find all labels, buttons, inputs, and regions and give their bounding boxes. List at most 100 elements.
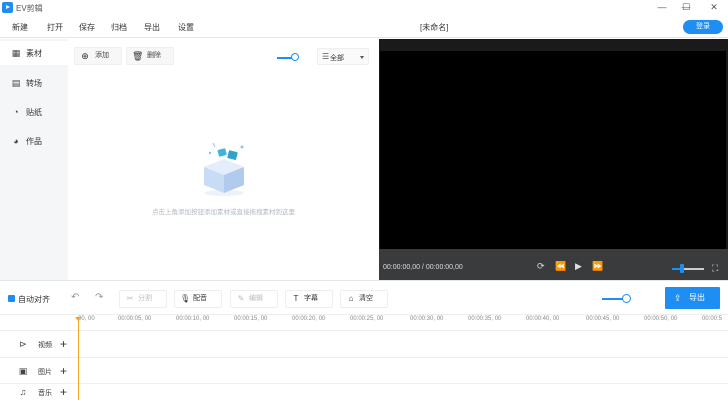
volume-knob[interactable] bbox=[680, 264, 684, 273]
minimize-icon[interactable]: — bbox=[652, 0, 672, 14]
rewind-icon[interactable]: ⏪ bbox=[555, 261, 566, 271]
sidebar-item-label: 转场 bbox=[26, 79, 42, 88]
preview-panel: 00:00:00,00 / 00:00:00,00 ⟳ ⏪ ▶ ⏩ ⛶ bbox=[379, 39, 728, 280]
list-icon: ☰ bbox=[322, 52, 330, 61]
basket-icon: ⌂ bbox=[348, 294, 354, 303]
sidebar-item-sticker[interactable]: ◔ 贴纸 bbox=[0, 100, 68, 124]
menu-open[interactable]: 打开 bbox=[47, 22, 63, 33]
track-image: ▣ 图片 + bbox=[0, 357, 728, 384]
track-label: 音乐 bbox=[38, 390, 52, 397]
ruler-tick: 00:00:40, 00 bbox=[526, 316, 560, 322]
menu-archive[interactable]: 归档 bbox=[111, 22, 127, 33]
track-video: ⊳ 视频 + bbox=[0, 330, 728, 357]
plus-circle-icon: ⊕ bbox=[81, 51, 89, 61]
sidebar-item-label: 素材 bbox=[26, 49, 42, 58]
menu-save[interactable]: 保存 bbox=[79, 22, 95, 33]
app-title: EV剪辑 bbox=[16, 4, 43, 13]
dub-button[interactable]: 🎙 配音 bbox=[174, 290, 222, 308]
undo-icon[interactable]: ↶ bbox=[71, 292, 79, 303]
auto-align-label: 自动对齐 bbox=[18, 295, 50, 304]
login-button[interactable]: 登录 bbox=[683, 20, 723, 34]
timeline-ruler[interactable]: 00, 00 00:00:05, 00 00:00:10, 00 00:00:1… bbox=[0, 314, 728, 326]
scissors-icon: ✂ bbox=[126, 294, 134, 303]
sidebar-item-label: 贴纸 bbox=[26, 108, 42, 117]
sidebar-item-transition[interactable]: ▤ 转场 bbox=[0, 71, 68, 95]
trash-icon: 🗑 bbox=[132, 51, 144, 61]
video-icon: ⊳ bbox=[19, 339, 27, 349]
sticker-icon: ◔ bbox=[13, 107, 19, 117]
timeline-zoom-knob[interactable] bbox=[622, 294, 631, 303]
edit-button[interactable]: ✎ 编辑 bbox=[230, 290, 278, 308]
empty-hint: 点击上角添加按钮添加素材或直接拖拽素材到这里 bbox=[152, 209, 295, 216]
auto-align-checkbox[interactable] bbox=[8, 295, 15, 302]
music-icon: ♫ bbox=[19, 387, 27, 397]
subtitle-button-label: 字幕 bbox=[304, 295, 318, 302]
split-button[interactable]: ✂ 分割 bbox=[119, 290, 167, 308]
redo-icon[interactable]: ↷ bbox=[95, 292, 103, 303]
upload-icon: ⇪ bbox=[674, 293, 682, 303]
app-logo-icon bbox=[2, 2, 13, 13]
sidebar-item-material[interactable]: ▦ 素材 bbox=[0, 41, 68, 65]
split-button-label: 分割 bbox=[138, 295, 152, 302]
dub-button-label: 配音 bbox=[193, 295, 207, 302]
sidebar-item-works[interactable]: ◕ 作品 bbox=[0, 129, 68, 153]
pie-icon: ◕ bbox=[13, 136, 19, 146]
ruler-tick: 00:00:35, 00 bbox=[468, 316, 502, 322]
export-button[interactable]: ⇪ 导出 bbox=[665, 287, 720, 309]
ruler-tick: 00:00:5 bbox=[702, 316, 723, 322]
ruler-tick: 00:00:10, 00 bbox=[176, 316, 210, 322]
menu-export[interactable]: 导出 bbox=[144, 22, 160, 33]
menu-bar: 新建 打开 保存 归档 导出 设置 [未命名] 登录 bbox=[0, 16, 728, 38]
menu-new[interactable]: 新建 bbox=[12, 22, 28, 33]
close-icon[interactable]: ✕ bbox=[704, 0, 724, 14]
add-button[interactable]: ⊕ 添加 bbox=[74, 47, 122, 65]
track-header: ♫ 音乐 + bbox=[0, 384, 76, 400]
track-header: ⊳ 视频 + bbox=[0, 331, 76, 358]
add-image-track-button[interactable]: + bbox=[60, 364, 67, 378]
track-music: ♫ 音乐 + bbox=[0, 383, 728, 400]
track-label: 图片 bbox=[38, 369, 52, 376]
library-panel: ⊕ 添加 🗑 删除 bbox=[68, 39, 379, 280]
thumbnail-size-slider-knob[interactable] bbox=[291, 53, 299, 61]
time-readout: 00:00:00,00 / 00:00:00,00 bbox=[383, 264, 463, 271]
edit-icon: ✎ bbox=[237, 294, 245, 303]
sidebar-item-label: 作品 bbox=[26, 137, 42, 146]
ruler-tick: 00:00:50, 00 bbox=[644, 316, 678, 322]
title-bar: EV剪辑 — bbox=[0, 0, 728, 16]
grid-icon: ▦ bbox=[11, 48, 21, 58]
track-label: 视频 bbox=[38, 342, 52, 349]
track-header: ▣ 图片 + bbox=[0, 358, 76, 385]
subtitle-button[interactable]: T 字幕 bbox=[285, 290, 333, 308]
play-icon[interactable]: ▶ bbox=[575, 261, 582, 271]
ruler-tick: 00:00:05, 00 bbox=[118, 316, 152, 322]
ruler-tick: 00:00:15, 00 bbox=[234, 316, 268, 322]
replay-icon[interactable]: ⟳ bbox=[537, 261, 545, 271]
filter-select[interactable]: ☰ 全部 bbox=[317, 48, 369, 65]
add-button-label: 添加 bbox=[95, 52, 109, 59]
document-title: [未命名] bbox=[420, 23, 449, 32]
menu-settings[interactable]: 设置 bbox=[178, 22, 194, 33]
ruler-tick: 00:00:25, 00 bbox=[350, 316, 384, 322]
delete-button[interactable]: 🗑 删除 bbox=[126, 47, 174, 65]
clear-button[interactable]: ⌂ 清空 bbox=[340, 290, 388, 308]
delete-button-label: 删除 bbox=[147, 52, 161, 59]
fast-forward-icon[interactable]: ⏩ bbox=[592, 261, 603, 271]
film-icon: ▤ bbox=[11, 78, 21, 88]
fullscreen-icon[interactable]: ⛶ bbox=[712, 263, 718, 274]
ruler-tick: 00:00:30, 00 bbox=[410, 316, 444, 322]
timeline-toolbar: 自动对齐 ↶ ↷ ✂ 分割 🎙 配音 ✎ 编辑 T 字幕 ⌂ 清空 bbox=[0, 280, 728, 314]
microphone-icon: 🎙 bbox=[180, 294, 191, 303]
edit-button-label: 编辑 bbox=[249, 295, 263, 302]
ruler-tick: 00:00:20, 00 bbox=[292, 316, 326, 322]
preview-controls: 00:00:00,00 / 00:00:00,00 ⟳ ⏪ ▶ ⏩ ⛶ bbox=[379, 249, 728, 280]
maximize-icon[interactable]: ☐ bbox=[676, 0, 696, 14]
image-icon: ▣ bbox=[18, 366, 28, 376]
playhead[interactable] bbox=[78, 318, 79, 400]
add-video-track-button[interactable]: + bbox=[60, 337, 67, 351]
empty-box-illustration bbox=[204, 142, 244, 196]
export-button-label: 导出 bbox=[689, 293, 705, 302]
sidebar: ▦ 素材 ▤ 转场 ◔ 贴纸 ◕ 作品 bbox=[0, 39, 68, 280]
filter-select-value: 全部 bbox=[330, 55, 344, 62]
clear-button-label: 清空 bbox=[359, 295, 373, 302]
add-music-track-button[interactable]: + bbox=[60, 385, 67, 399]
